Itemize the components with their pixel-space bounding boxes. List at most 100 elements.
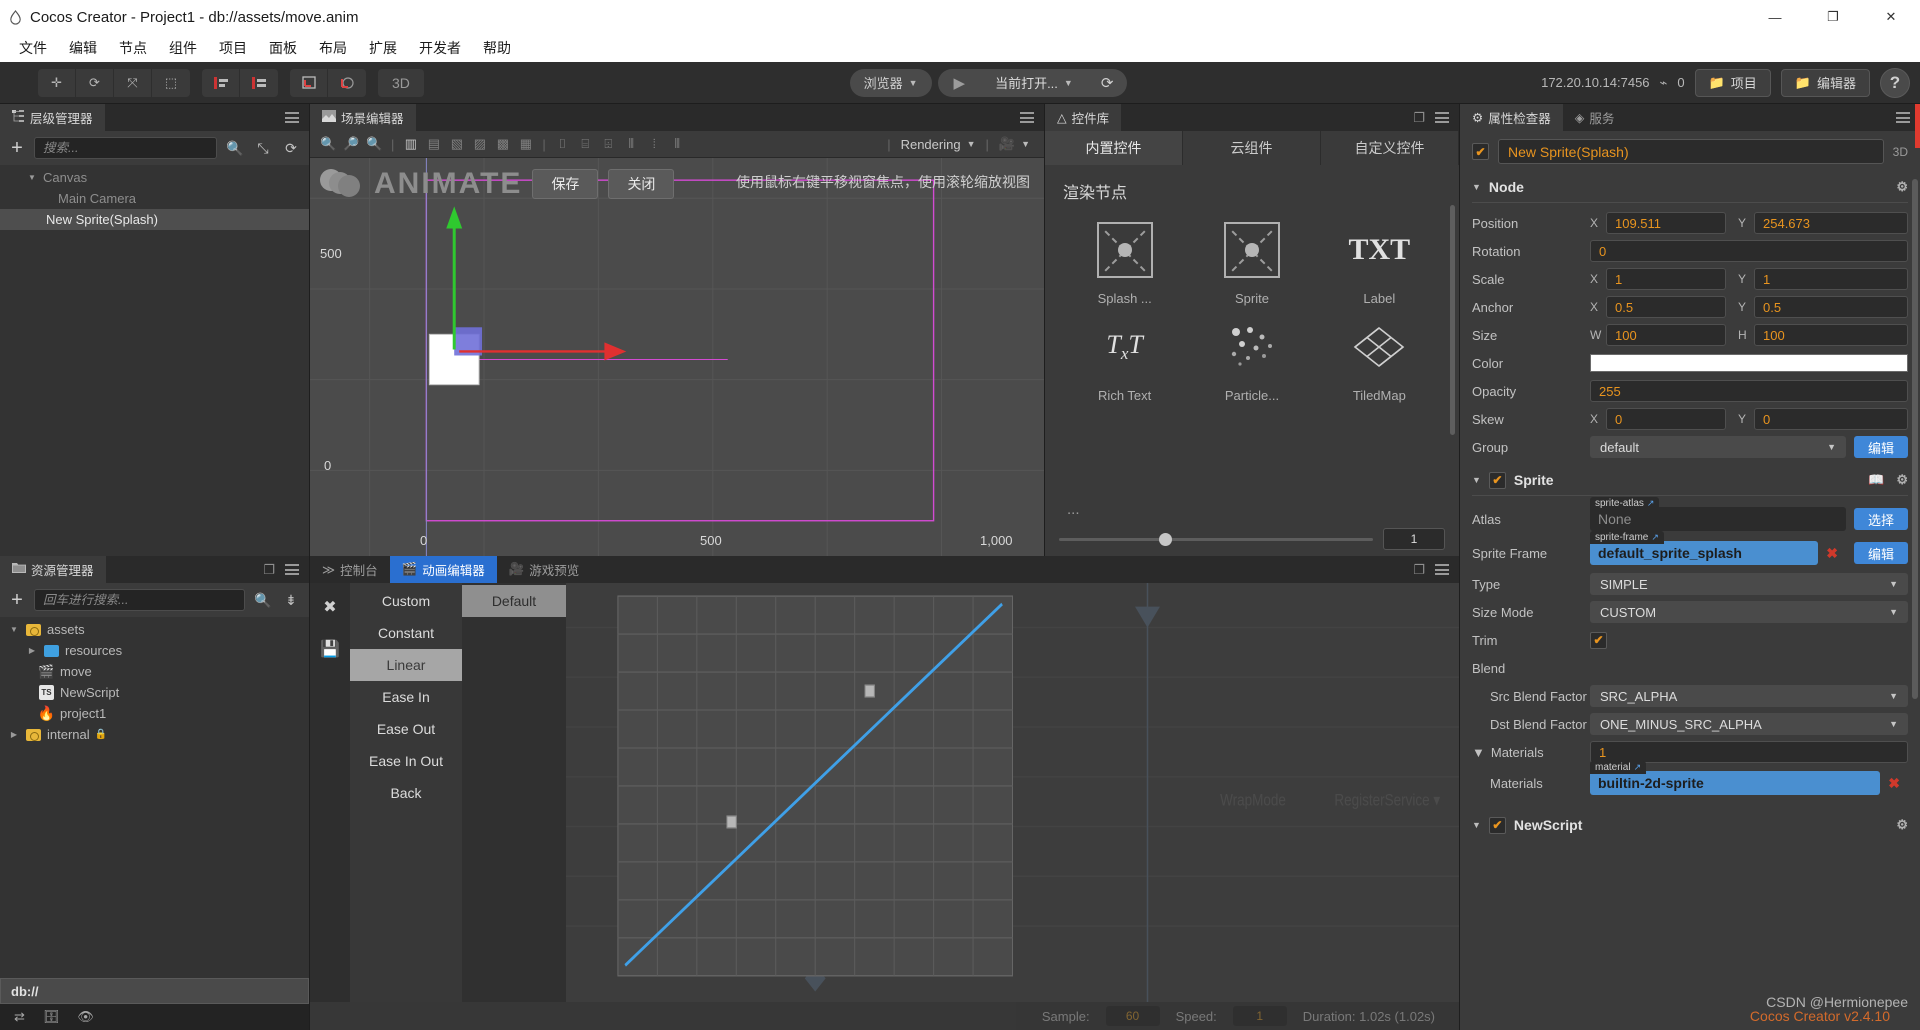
help-button[interactable]: ? bbox=[1880, 67, 1910, 98]
curve-editor[interactable]: WrapMode RegisterService ▾ bbox=[566, 583, 1459, 1002]
type-dropdown[interactable]: SIMPLE ▼ bbox=[1590, 573, 1908, 595]
gear-icon[interactable]: ⚙ bbox=[1896, 472, 1908, 488]
dist-h-left-icon[interactable]: ⦀ bbox=[621, 134, 642, 155]
add-asset-button[interactable]: + bbox=[8, 590, 26, 610]
rendering-dropdown-label[interactable]: Rendering bbox=[901, 137, 961, 152]
popout-icon[interactable]: ❐ bbox=[263, 562, 275, 578]
distribute-tool-button[interactable] bbox=[240, 69, 278, 97]
menu-node[interactable]: 节点 bbox=[108, 35, 158, 61]
node-name-field[interactable]: New Sprite(Splash) bbox=[1498, 139, 1884, 164]
tab-scene-editor[interactable]: 场景编辑器 bbox=[310, 104, 416, 131]
assets-menu-icon[interactable] bbox=[285, 562, 299, 578]
align-tool-button[interactable] bbox=[202, 68, 240, 97]
external-link-icon[interactable]: ↗ bbox=[1634, 762, 1642, 773]
pivot-tool-button[interactable] bbox=[290, 68, 328, 97]
sprite-enabled-checkbox[interactable]: ✔ bbox=[1488, 471, 1506, 489]
minimize-button[interactable]: — bbox=[1746, 0, 1804, 34]
menu-developer[interactable]: 开发者 bbox=[408, 35, 472, 61]
widget-item-rich-text[interactable]: TxT Rich Text bbox=[1063, 316, 1186, 403]
slider-handle[interactable] bbox=[1159, 532, 1173, 546]
zoom-out-icon[interactable]: 🔎 bbox=[341, 134, 362, 155]
distribute-top-icon[interactable]: ⌷ bbox=[552, 134, 573, 155]
widget-item-particle[interactable]: Particle... bbox=[1190, 316, 1313, 403]
mode-3d-toggle[interactable]: 3D bbox=[378, 68, 424, 97]
group-edit-button[interactable]: 编辑 bbox=[1853, 436, 1908, 458]
menu-extension[interactable]: 扩展 bbox=[358, 35, 408, 61]
external-link-icon[interactable]: ↗ bbox=[1651, 532, 1659, 543]
scale-x-input[interactable]: 1 bbox=[1606, 268, 1726, 290]
database-icon[interactable]: 🗄 bbox=[43, 1009, 60, 1025]
menu-file[interactable]: 文件 bbox=[8, 35, 58, 61]
editor-button[interactable]: 📁 编辑器 bbox=[1780, 68, 1870, 97]
zoom-fit-icon[interactable]: 🔍 bbox=[364, 134, 385, 155]
ease-item-back[interactable]: Back bbox=[350, 777, 462, 809]
chevron-down-icon[interactable]: ▼ bbox=[1472, 745, 1485, 760]
menu-help[interactable]: 帮助 bbox=[472, 35, 522, 61]
sort-icon[interactable]: ⇟ bbox=[281, 592, 301, 609]
anchor-y-input[interactable]: 0.5 bbox=[1754, 296, 1908, 318]
align-middle-icon[interactable]: ▩ bbox=[492, 134, 513, 155]
book-icon[interactable]: 📖 bbox=[1868, 472, 1884, 488]
chevron-right-icon[interactable]: ▶ bbox=[8, 730, 20, 739]
chevron-down-icon[interactable]: ▼ bbox=[26, 173, 38, 182]
sync-icon[interactable]: ⇄ bbox=[14, 1009, 25, 1025]
gear-icon[interactable]: ⚙ bbox=[1896, 817, 1908, 833]
tab-builtin-widgets[interactable]: 内置控件 bbox=[1045, 131, 1183, 165]
position-x-input[interactable]: 109.511 bbox=[1606, 212, 1726, 234]
ease-item-ease-out[interactable]: Ease Out bbox=[350, 713, 462, 745]
dist-h-center-icon[interactable]: ⦙ bbox=[644, 134, 665, 155]
align-center-h-icon[interactable]: ▤ bbox=[423, 134, 444, 155]
widget-item-label[interactable]: TXT Label bbox=[1318, 219, 1441, 306]
move-tool-button[interactable]: ✛ bbox=[38, 68, 76, 97]
menu-layout[interactable]: 布局 bbox=[308, 35, 358, 61]
material-clear-button[interactable]: ✖ bbox=[1880, 775, 1908, 792]
group-dropdown[interactable]: default ▼ bbox=[1590, 436, 1846, 458]
opacity-input[interactable]: 255 bbox=[1590, 380, 1908, 402]
rotation-input[interactable]: 0 bbox=[1590, 240, 1908, 262]
hierarchy-node-main-camera[interactable]: Main Camera bbox=[0, 188, 309, 209]
maximize-button[interactable]: ❐ bbox=[1804, 0, 1862, 34]
ease-submenu-item-default[interactable]: Default bbox=[462, 585, 566, 617]
open-target-dropdown[interactable]: 当前打开... ▼ bbox=[981, 68, 1087, 97]
tab-animation-editor[interactable]: 🎬 动画编辑器 bbox=[389, 556, 497, 583]
play-button[interactable]: ▶ bbox=[937, 68, 982, 97]
widget-menu-icon[interactable] bbox=[1435, 110, 1449, 126]
tab-hierarchy[interactable]: 层级管理器 bbox=[0, 104, 105, 131]
hierarchy-menu-icon[interactable] bbox=[285, 110, 299, 126]
project-button[interactable]: 📁 项目 bbox=[1694, 68, 1771, 97]
sample-value[interactable]: 60 bbox=[1105, 1006, 1160, 1026]
camera-icon[interactable]: 🎥 bbox=[999, 136, 1015, 152]
rect-tool-button[interactable]: ⬚ bbox=[152, 69, 190, 97]
tab-widget-library[interactable]: △ 控件库 bbox=[1045, 104, 1122, 131]
atlas-value-field[interactable]: None bbox=[1590, 507, 1846, 531]
size-h-input[interactable]: 100 bbox=[1754, 324, 1908, 346]
rotate-tool-button[interactable]: ⟳ bbox=[76, 68, 114, 97]
coord-tool-button[interactable] bbox=[328, 69, 366, 97]
asset-item-move[interactable]: 🎬 move bbox=[0, 661, 309, 682]
align-left-icon[interactable]: ▥ bbox=[400, 134, 421, 155]
popout-icon[interactable]: ❐ bbox=[1413, 110, 1425, 126]
dist-h-right-icon[interactable]: ⫴ bbox=[667, 134, 688, 155]
eye-icon[interactable]: 👁 bbox=[77, 1009, 94, 1025]
script-enabled-checkbox[interactable]: ✔ bbox=[1488, 816, 1506, 834]
script-section-header[interactable]: ▼ ✔ NewScript ⚙ bbox=[1460, 812, 1920, 838]
materials-count-input[interactable]: 1 bbox=[1590, 741, 1908, 763]
inspector-scrollbar[interactable] bbox=[1912, 179, 1918, 699]
atlas-select-button[interactable]: 选择 bbox=[1853, 508, 1908, 530]
sprite-frame-clear-button[interactable]: ✖ bbox=[1818, 545, 1846, 562]
menu-component[interactable]: 组件 bbox=[158, 35, 208, 61]
sprite-section-header[interactable]: ▼ ✔ Sprite 📖 ⚙ bbox=[1460, 467, 1920, 493]
distribute-bottom-icon[interactable]: ⌹ bbox=[598, 134, 619, 155]
skew-y-input[interactable]: 0 bbox=[1754, 408, 1908, 430]
trim-checkbox[interactable]: ✔ bbox=[1590, 631, 1607, 649]
search-icon[interactable]: 🔍 bbox=[225, 140, 245, 157]
chevron-down-icon[interactable]: ▼ bbox=[1021, 139, 1030, 149]
chevron-down-icon[interactable]: ▼ bbox=[1472, 820, 1481, 830]
menu-edit[interactable]: 编辑 bbox=[58, 35, 108, 61]
widget-scrollbar[interactable] bbox=[1450, 205, 1455, 435]
sprite-frame-value-field[interactable]: default_sprite_splash bbox=[1590, 541, 1819, 565]
ease-item-ease-in-out[interactable]: Ease In Out bbox=[350, 745, 462, 777]
position-y-input[interactable]: 254.673 bbox=[1754, 212, 1908, 234]
widget-item-sprite[interactable]: Sprite bbox=[1190, 219, 1313, 306]
ease-item-linear[interactable]: Linear bbox=[350, 649, 462, 681]
